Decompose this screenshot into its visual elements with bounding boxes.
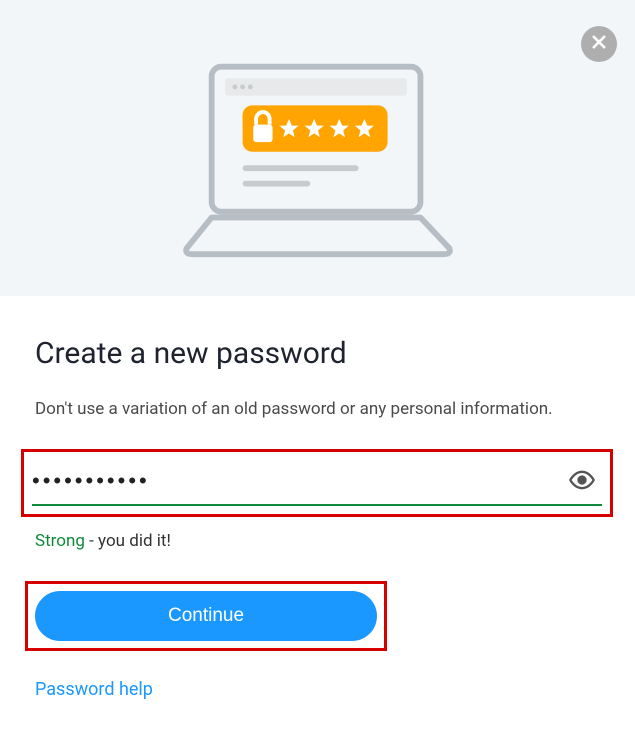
- close-icon: [590, 33, 608, 55]
- eye-icon: [568, 466, 596, 494]
- strength-label: Strong: [35, 531, 85, 551]
- continue-button-highlight: Continue: [25, 581, 387, 651]
- password-help-link[interactable]: Password help: [35, 679, 153, 700]
- hero-banner: [0, 0, 635, 296]
- form-area: Create a new password Don't use a variat…: [0, 296, 635, 700]
- strength-message: - you did it!: [85, 531, 171, 551]
- close-button[interactable]: [581, 26, 617, 62]
- password-input[interactable]: [32, 462, 568, 498]
- page-title: Create a new password: [35, 336, 600, 371]
- show-password-button[interactable]: [568, 466, 596, 494]
- continue-button[interactable]: Continue: [35, 591, 377, 641]
- password-strength-text: Strong - you did it!: [35, 531, 600, 551]
- password-field-highlight: [21, 449, 613, 517]
- laptop-password-illustration: [173, 57, 463, 260]
- instruction-text: Don't use a variation of an old password…: [35, 397, 600, 423]
